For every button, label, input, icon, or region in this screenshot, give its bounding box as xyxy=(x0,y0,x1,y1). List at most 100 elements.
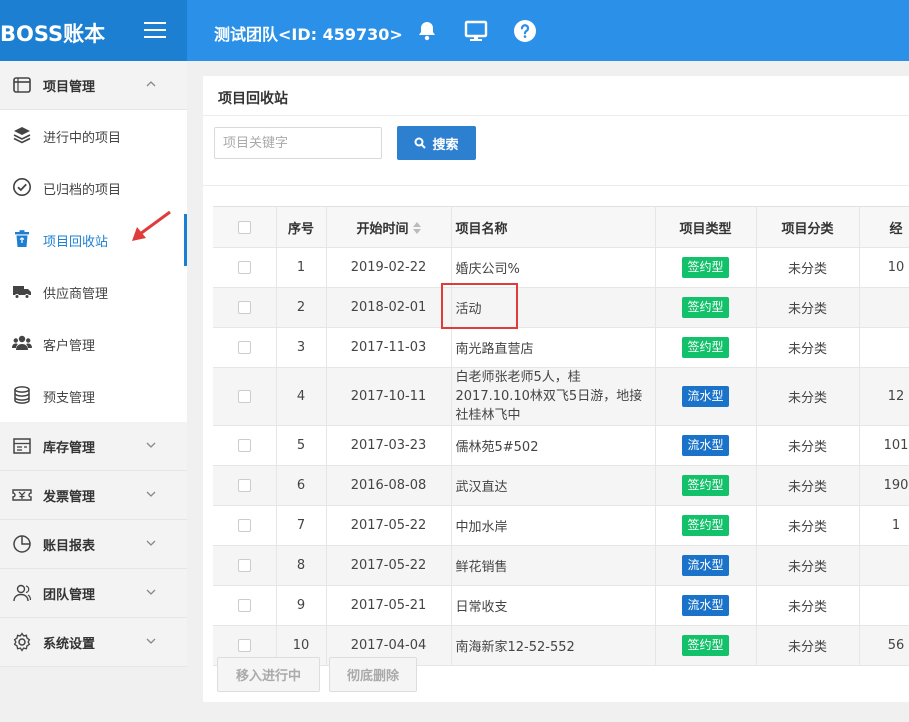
row-category: 未分类 xyxy=(756,505,860,546)
row-project-name[interactable]: 南海新家12-52-552 xyxy=(451,625,656,666)
row-checkbox[interactable] xyxy=(237,439,251,452)
sidebar-item-customers[interactable]: 客户管理 xyxy=(0,318,187,370)
select-all-checkbox[interactable] xyxy=(237,220,251,234)
sidebar-group-settings[interactable]: 系统设置 xyxy=(0,618,187,667)
sidebar-item-advance[interactable]: 预支管理 xyxy=(0,370,187,422)
row-start-date: 2017-11-03 xyxy=(326,327,452,368)
settings-icon xyxy=(13,632,31,652)
row-select-cell xyxy=(213,247,277,288)
table-row[interactable]: 1 2019-02-22 婚庆公司% 签约型 未分类 10 xyxy=(213,247,909,288)
type-badge: 流水型 xyxy=(682,386,729,407)
row-category: 未分类 xyxy=(756,367,860,426)
row-select-cell xyxy=(213,585,277,626)
sidebar-item-label: 进行中的项目 xyxy=(43,131,122,146)
row-extra: 12 xyxy=(859,367,909,426)
sidebar-group-label: 库存管理 xyxy=(43,441,96,456)
row-project-name[interactable]: 南光路直营店 xyxy=(451,327,656,368)
column-header-extra: 经 xyxy=(859,206,909,248)
row-project-name-text: 南海新家12-52-552 xyxy=(455,640,575,655)
row-type-cell: 流水型 xyxy=(655,425,757,466)
question-circle-icon[interactable] xyxy=(513,19,537,43)
chevron-down-icon xyxy=(146,540,156,546)
row-checkbox[interactable] xyxy=(237,479,251,492)
sidebar-item-label: 客户管理 xyxy=(43,339,96,354)
row-project-name[interactable]: 儒林苑5#502 xyxy=(451,425,656,466)
table-row[interactable]: 3 2017-11-03 南光路直营店 签约型 未分类 xyxy=(213,327,909,368)
row-select-cell xyxy=(213,465,277,506)
row-no: 3 xyxy=(276,327,327,368)
row-project-name[interactable]: 中加水岸 xyxy=(451,505,656,546)
row-select-cell xyxy=(213,287,277,328)
row-project-name-text: 武汉直达 xyxy=(455,480,508,495)
sidebar-group-inventory[interactable]: 库存管理 xyxy=(0,422,187,471)
row-category: 未分类 xyxy=(756,247,860,288)
chevron-down-icon xyxy=(146,491,156,497)
row-extra: 1 xyxy=(859,505,909,546)
row-checkbox[interactable] xyxy=(237,599,251,612)
row-checkbox[interactable] xyxy=(237,390,251,403)
permanent-delete-button[interactable]: 彻底删除 xyxy=(329,657,417,692)
search-icon xyxy=(414,137,427,149)
row-type-cell: 签约型 xyxy=(655,327,757,368)
team-name: 测试团队<ID: 459730> xyxy=(214,25,403,44)
chevron-down-icon xyxy=(146,442,156,448)
row-project-name-text: 鲜花销售 xyxy=(455,560,508,575)
row-checkbox[interactable] xyxy=(237,341,251,354)
sidebar-group-label: 发票管理 xyxy=(43,490,96,505)
table-row[interactable]: 7 2017-05-22 中加水岸 签约型 未分类 1 xyxy=(213,505,909,546)
row-start-date: 2017-05-21 xyxy=(326,585,452,626)
sidebar-item-in-progress[interactable]: 进行中的项目 xyxy=(0,110,187,162)
row-checkbox[interactable] xyxy=(237,261,251,274)
menu-icon[interactable] xyxy=(144,22,166,40)
row-category: 未分类 xyxy=(756,287,860,328)
row-start-date: 2017-05-22 xyxy=(326,545,452,586)
row-type-cell: 签约型 xyxy=(655,247,757,288)
sidebar-item-suppliers[interactable]: 供应商管理 xyxy=(0,266,187,318)
column-header-start-date[interactable]: 开始时间 xyxy=(326,206,452,248)
row-checkbox[interactable] xyxy=(237,559,251,572)
move-to-active-button[interactable]: 移入进行中 xyxy=(217,657,320,692)
row-extra xyxy=(859,585,909,626)
row-extra: 56 xyxy=(859,625,909,666)
row-project-name[interactable]: 白老师张老师5人，桂2017.10.10林双飞5日游，地接社桂林飞中 xyxy=(451,367,656,426)
row-project-name-text: 儒林苑5#502 xyxy=(455,440,539,455)
column-header-no: 序号 xyxy=(276,206,327,248)
sort-icon[interactable] xyxy=(412,221,421,234)
row-type-cell: 签约型 xyxy=(655,465,757,506)
type-badge: 流水型 xyxy=(682,595,729,616)
sidebar-group-label: 系统设置 xyxy=(43,637,96,652)
sidebar-item-archived[interactable]: 已归档的项目 xyxy=(0,162,187,214)
row-project-name[interactable]: 鲜花销售 xyxy=(451,545,656,586)
row-checkbox[interactable] xyxy=(237,639,251,652)
sidebar-group-team[interactable]: 团队管理 xyxy=(0,569,187,618)
sidebar-group-reports[interactable]: 账目报表 xyxy=(0,520,187,569)
row-project-name[interactable]: 婚庆公司% xyxy=(451,247,656,288)
table-row[interactable]: 5 2017-03-23 儒林苑5#502 流水型 未分类 101 xyxy=(213,425,909,466)
row-start-date: 2017-10-11 xyxy=(326,367,452,426)
row-checkbox[interactable] xyxy=(237,519,251,532)
row-extra xyxy=(859,327,909,368)
row-project-name[interactable]: 日常收支 xyxy=(451,585,656,626)
search-input[interactable] xyxy=(214,127,382,159)
row-checkbox[interactable] xyxy=(237,301,251,314)
table-row[interactable]: 2 2018-02-01 活动 签约型 未分类 xyxy=(213,287,909,328)
chevron-down-icon xyxy=(146,589,156,595)
table-row[interactable]: 8 2017-05-22 鲜花销售 流水型 未分类 xyxy=(213,545,909,586)
sidebar-group-project[interactable]: 项目管理 xyxy=(0,61,187,110)
row-type-cell: 签约型 xyxy=(655,625,757,666)
row-select-cell xyxy=(213,425,277,466)
type-badge: 签约型 xyxy=(682,297,729,318)
table-row[interactable]: 4 2017-10-11 白老师张老师5人，桂2017.10.10林双飞5日游，地接… xyxy=(213,367,909,426)
type-badge: 签约型 xyxy=(682,257,729,278)
type-badge: 流水型 xyxy=(682,555,729,576)
row-category: 未分类 xyxy=(756,425,860,466)
sidebar-group-invoice[interactable]: 发票管理 xyxy=(0,471,187,520)
table-row[interactable]: 9 2017-05-21 日常收支 流水型 未分类 xyxy=(213,585,909,626)
projects-table: 序号 开始时间 项目名称 项目类型 项目分类 经 1 2019-02-22 婚庆公司… xyxy=(213,206,909,666)
search-button[interactable]: 搜索 xyxy=(397,126,476,160)
table-row[interactable]: 6 2016-08-08 武汉直达 签约型 未分类 190 xyxy=(213,465,909,506)
bell-icon[interactable] xyxy=(415,19,439,43)
trash-icon xyxy=(15,230,29,247)
row-project-name[interactable]: 武汉直达 xyxy=(451,465,656,506)
monitor-icon[interactable] xyxy=(464,19,488,43)
